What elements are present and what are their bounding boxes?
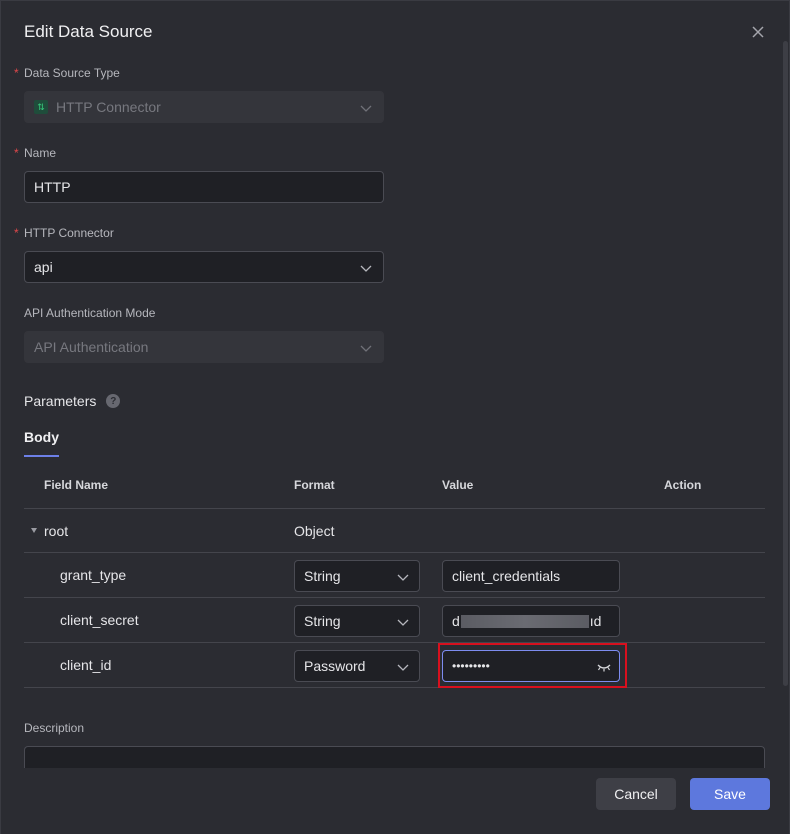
value-input[interactable]: client_credentials (442, 560, 620, 592)
field-name: root (44, 523, 69, 539)
auth-mode-value: API Authentication (34, 339, 149, 355)
table-row: client_secret String d ıd (24, 598, 765, 643)
help-icon[interactable]: ? (106, 394, 121, 408)
edit-data-source-dialog: Edit Data Source * Data Source Type ⇅ HT… (0, 0, 790, 834)
table-row: grant_type String client_credentials (24, 553, 765, 598)
chevron-down-icon (360, 105, 372, 112)
data-source-type-value: HTTP Connector (56, 99, 161, 115)
save-button[interactable]: Save (690, 778, 770, 810)
http-connector-value: api (34, 259, 53, 275)
dialog-footer: Cancel Save (1, 768, 789, 834)
auth-mode-select[interactable]: API Authentication (24, 331, 384, 363)
table-row: client_id Password ••••••••• (24, 643, 765, 688)
close-icon[interactable] (749, 23, 767, 41)
dialog-title: Edit Data Source (24, 22, 153, 41)
auth-mode-label: API Authentication Mode (24, 306, 156, 320)
chevron-down-icon (397, 574, 409, 581)
col-value: Value (442, 478, 474, 492)
name-input[interactable]: HTTP (24, 171, 384, 203)
data-source-type-select[interactable]: ⇅ HTTP Connector (24, 91, 384, 123)
col-format: Format (294, 478, 335, 492)
format-select[interactable]: String (294, 605, 420, 637)
format-select[interactable]: String (294, 560, 420, 592)
field-format: Object (294, 523, 335, 539)
field-name: grant_type (60, 567, 127, 583)
chevron-down-icon (397, 664, 409, 671)
chevron-down-icon (397, 619, 409, 626)
field-name: client_secret (60, 612, 139, 628)
format-select[interactable]: Password (294, 650, 420, 682)
connector-icon: ⇅ (34, 100, 48, 114)
tab-body[interactable]: Body (24, 429, 59, 457)
redacted-block (460, 614, 589, 628)
col-action: Action (664, 478, 702, 492)
field-name: client_id (60, 657, 112, 673)
http-connector-label: * HTTP Connector (14, 226, 114, 240)
scrollbar[interactable] (783, 41, 788, 686)
col-field-name: Field Name (44, 478, 109, 492)
highlight-box (438, 643, 627, 688)
description-label: Description (24, 721, 85, 735)
chevron-down-icon (360, 265, 372, 272)
http-connector-select[interactable]: api (24, 251, 384, 283)
cancel-button[interactable]: Cancel (596, 778, 676, 810)
required-mark: * (14, 66, 19, 80)
parameters-table-header: Field Name Format Value Action (24, 463, 765, 509)
parameters-heading: Parameters ? (24, 393, 121, 409)
name-value: HTTP (34, 179, 71, 195)
table-row-root: root Object (24, 509, 765, 553)
value-input[interactable]: d ıd (442, 605, 620, 637)
caret-down-icon[interactable] (31, 528, 37, 533)
name-label: * Name (14, 146, 57, 160)
chevron-down-icon (360, 345, 372, 352)
data-source-type-label: * Data Source Type (14, 66, 120, 80)
